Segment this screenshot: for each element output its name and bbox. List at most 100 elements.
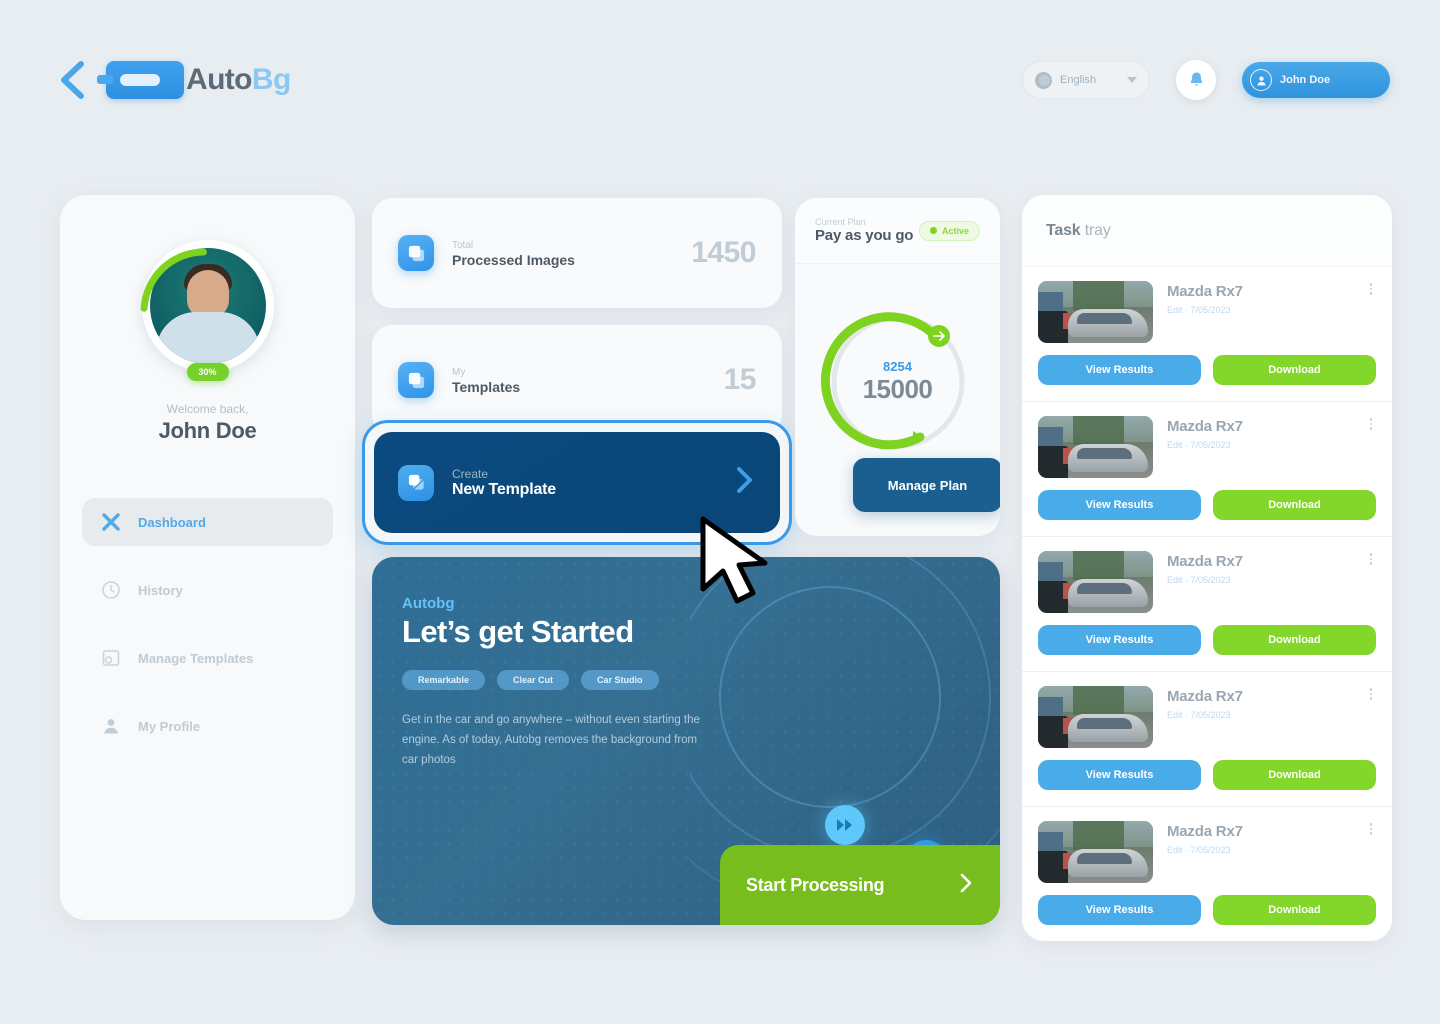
- banner-eyebrow: Autobg: [402, 595, 455, 612]
- brand-name-main: Auto: [186, 63, 253, 96]
- manage-plan-label: Manage Plan: [887, 477, 968, 493]
- task-actions: View Results Download: [1038, 490, 1376, 520]
- kebab-menu-icon[interactable]: [1364, 283, 1378, 295]
- task-meta: Edit · 7/05/2023: [1167, 845, 1231, 855]
- thumb-trees: [1072, 416, 1125, 445]
- task-row[interactable]: Mazda Rx7 Edit · 7/05/2023 View Results …: [1022, 537, 1392, 672]
- task-summary: Mazda Rx7 Edit · 7/05/2023: [1038, 821, 1376, 883]
- sidebar-item-label: My Profile: [138, 718, 201, 734]
- banner-tag-list: Remarkable Clear Cut Car Studio: [402, 670, 702, 690]
- profile-completion-badge: 30%: [186, 363, 229, 381]
- task-meta: Edit · 7/05/2023: [1167, 305, 1231, 315]
- create-new-template-button[interactable]: Create New Template: [374, 432, 780, 533]
- sidebar-item-history[interactable]: History: [82, 566, 333, 614]
- chevron-right-icon: [734, 465, 756, 500]
- task-row[interactable]: Mazda Rx7 Edit · 7/05/2023 View Results …: [1022, 267, 1392, 402]
- kebab-menu-icon[interactable]: [1364, 418, 1378, 430]
- chevron-left-icon: [61, 61, 84, 99]
- back-button[interactable]: [50, 54, 94, 106]
- download-button[interactable]: Download: [1213, 355, 1376, 385]
- notifications-button[interactable]: [1176, 60, 1216, 100]
- plan-subtitle: Current Plan: [815, 217, 866, 227]
- gauge-used-value: 8254: [883, 358, 912, 374]
- task-info: Mazda Rx7 Edit · 7/05/2023: [1167, 416, 1243, 478]
- sidebar-item-manage-templates[interactable]: Manage Templates: [82, 634, 333, 682]
- templates-icon: [100, 647, 122, 669]
- stat-subtitle: Total: [452, 239, 474, 251]
- avatar-head: [186, 270, 229, 318]
- sidebar-nav: Dashboard History Manage Templates My Pr…: [82, 498, 333, 750]
- view-results-button[interactable]: View Results: [1038, 490, 1201, 520]
- task-thumbnail: [1038, 821, 1153, 883]
- brand-logo[interactable]: AutoBg: [97, 61, 291, 99]
- create-subtitle: Create: [452, 466, 489, 481]
- manage-plan-button[interactable]: Manage Plan: [853, 458, 1000, 512]
- sidebar-item-dashboard[interactable]: Dashboard: [82, 498, 333, 546]
- brand-name-accent: Bg: [251, 63, 291, 96]
- user-menu-button[interactable]: John Doe: [1242, 62, 1390, 98]
- get-started-banner: Autobg Let’s get Started Remarkable Clea…: [372, 557, 1000, 925]
- start-processing-button[interactable]: Start Processing: [720, 845, 1000, 925]
- banner-tag[interactable]: Remarkable: [402, 670, 486, 690]
- banner-description: Get in the car and go anywhere – without…: [402, 714, 700, 767]
- kebab-menu-icon[interactable]: [1364, 823, 1378, 835]
- gauge-labels: 8254 15000: [795, 359, 1000, 405]
- task-thumbnail: [1038, 281, 1153, 343]
- stat-text: Total Processed Images: [452, 239, 575, 268]
- task-summary: Mazda Rx7 Edit · 7/05/2023: [1038, 416, 1376, 478]
- task-info: Mazda Rx7 Edit · 7/05/2023: [1167, 821, 1243, 883]
- image-stack-icon: [398, 235, 434, 271]
- avatar-body: [155, 312, 260, 364]
- task-thumbnail: [1038, 686, 1153, 748]
- stat-card-processed-images[interactable]: Total Processed Images 1450: [372, 198, 782, 308]
- language-selector[interactable]: English: [1022, 61, 1150, 99]
- start-processing-label: Start Processing: [746, 874, 885, 895]
- welcome-block: Welcome back, John Doe: [82, 402, 333, 444]
- welcome-subtitle: Welcome back,: [166, 402, 249, 416]
- task-tray-header: Task tray: [1022, 195, 1392, 267]
- view-results-button[interactable]: View Results: [1038, 760, 1201, 790]
- task-summary: Mazda Rx7 Edit · 7/05/2023: [1038, 281, 1376, 343]
- task-meta: Edit · 7/05/2023: [1167, 575, 1231, 585]
- plan-status-label: Active: [941, 225, 969, 236]
- task-info: Mazda Rx7 Edit · 7/05/2023: [1167, 686, 1243, 748]
- profile-avatar[interactable]: 30%: [140, 240, 274, 381]
- stat-card-templates[interactable]: My Templates 15: [372, 325, 782, 435]
- task-tray-panel: Task tray Mazda Rx7 Edit · 7/05/2023 Vie…: [1022, 195, 1392, 941]
- stat-subtitle: My: [452, 366, 466, 378]
- view-results-button[interactable]: View Results: [1038, 355, 1201, 385]
- plan-card: Current Plan Pay as you go Active 8254 1…: [795, 198, 1000, 536]
- fast-forward-icon[interactable]: [825, 805, 865, 845]
- copy-image-icon: [398, 464, 434, 501]
- download-button[interactable]: Download: [1213, 625, 1376, 655]
- stat-value: 1450: [691, 236, 756, 269]
- sidebar: 30% Welcome back, John Doe Dashboard His…: [60, 195, 355, 920]
- download-button[interactable]: Download: [1213, 895, 1376, 925]
- welcome-username: John Doe: [158, 418, 257, 443]
- sidebar-item-my-profile[interactable]: My Profile: [82, 702, 333, 750]
- task-row[interactable]: Mazda Rx7 Edit · 7/05/2023 View Results …: [1022, 402, 1392, 537]
- logo-mark-icon: [97, 61, 184, 99]
- chevron-down-icon: [1127, 77, 1137, 83]
- task-row[interactable]: Mazda Rx7 Edit · 7/05/2023 View Results …: [1022, 672, 1392, 807]
- banner-tag[interactable]: Clear Cut: [497, 670, 570, 690]
- banner-tag[interactable]: Car Studio: [581, 670, 659, 690]
- create-title: New Template: [452, 480, 556, 498]
- task-thumbnail: [1038, 416, 1153, 478]
- plan-status-badge: Active: [918, 220, 980, 241]
- task-name: Mazda Rx7: [1167, 283, 1243, 300]
- chevron-right-icon: [958, 872, 974, 899]
- view-results-button[interactable]: View Results: [1038, 895, 1201, 925]
- thumb-trees: [1072, 551, 1125, 580]
- view-results-button[interactable]: View Results: [1038, 625, 1201, 655]
- task-name: Mazda Rx7: [1167, 418, 1243, 435]
- download-button[interactable]: Download: [1213, 760, 1376, 790]
- sidebar-item-label: Dashboard: [138, 514, 206, 530]
- task-row[interactable]: Mazda Rx7 Edit · 7/05/2023 View Results …: [1022, 807, 1392, 941]
- download-button[interactable]: Download: [1213, 490, 1376, 520]
- task-info: Mazda Rx7 Edit · 7/05/2023: [1167, 551, 1243, 613]
- kebab-menu-icon[interactable]: [1364, 553, 1378, 565]
- kebab-menu-icon[interactable]: [1364, 688, 1378, 700]
- user-avatar-icon: [1250, 69, 1272, 91]
